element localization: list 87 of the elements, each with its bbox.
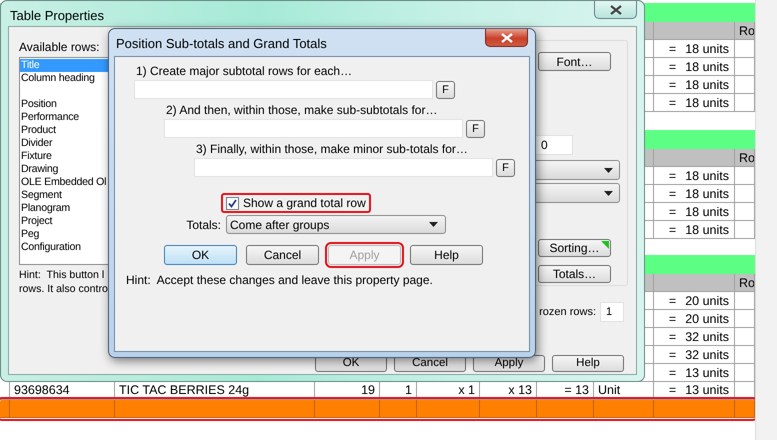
- units-value: 18 units: [685, 168, 729, 182]
- close-icon: [610, 4, 622, 14]
- units-value: 18 units: [685, 60, 729, 74]
- level-label: 3) Finally, within those, make minor sub-totals for…: [196, 142, 468, 156]
- field-picker-button[interactable]: F: [436, 80, 455, 98]
- field-picker-button[interactable]: F: [466, 120, 485, 138]
- totals-button[interactable]: Totals…: [538, 265, 611, 283]
- units-value: 20 units: [685, 294, 729, 308]
- units-value: 18 units: [685, 222, 729, 236]
- level-label: 1) Create major subtotal rows for each…: [136, 64, 352, 78]
- list-item[interactable]: Column heading: [20, 72, 95, 85]
- dialog-button[interactable]: Help: [552, 355, 624, 372]
- equals-sign: =: [668, 60, 676, 74]
- equals-sign: =: [668, 330, 676, 344]
- units-value: 20 units: [685, 312, 729, 326]
- dropdown[interactable]: [533, 160, 620, 180]
- equals-sign: =: [668, 366, 676, 380]
- close-button[interactable]: [485, 29, 528, 47]
- table-cell: 19: [361, 383, 375, 397]
- list-item[interactable]: Peg: [20, 228, 40, 241]
- list-item[interactable]: Segment: [20, 189, 62, 202]
- font-button[interactable]: Font…: [538, 52, 611, 71]
- number-field[interactable]: 0: [535, 135, 573, 155]
- hint-text: Hint: This button l: [19, 268, 104, 282]
- corner-flag-icon: [601, 241, 609, 249]
- units-value: 13 units: [685, 366, 729, 380]
- units-value: 18 units: [685, 42, 729, 56]
- input-field[interactable]: [194, 158, 493, 177]
- caret-icon: [604, 190, 613, 196]
- units-value: 32 units: [685, 348, 729, 362]
- table-cell: x 13: [508, 383, 532, 397]
- grand-total-checkbox[interactable]: Show a grand total row: [221, 193, 371, 213]
- list-item[interactable]: Divider: [20, 137, 52, 150]
- totals-dropdown[interactable]: Come after groups: [226, 215, 446, 234]
- list-item[interactable]: Performance: [20, 111, 79, 124]
- units-value: 32 units: [685, 330, 729, 344]
- hint-text: Hint: Accept these changes and leave this property page.: [126, 273, 433, 287]
- list-item[interactable]: Fixture: [20, 150, 52, 163]
- table-cell: = 13: [564, 383, 589, 397]
- equals-sign: =: [668, 42, 676, 56]
- equals-sign: =: [668, 383, 676, 397]
- close-icon: [500, 32, 512, 42]
- units-value: 18 units: [685, 204, 729, 218]
- list-item[interactable]: Planogram: [20, 202, 70, 215]
- checkbox[interactable]: [226, 196, 239, 210]
- input-field[interactable]: [164, 119, 463, 138]
- checkmark-icon: [228, 198, 237, 208]
- units-value: 18 units: [685, 96, 729, 110]
- units-value: 18 units: [685, 78, 729, 92]
- table-cell: 93698634: [14, 383, 70, 397]
- frozen-rows-field[interactable]: 1: [600, 302, 624, 322]
- window-title: Table Properties: [10, 8, 104, 23]
- input-field[interactable]: [134, 80, 433, 99]
- dropdown[interactable]: [533, 183, 620, 203]
- equals-sign: =: [668, 312, 676, 326]
- field-picker-button[interactable]: F: [496, 158, 515, 176]
- equals-sign: =: [668, 294, 676, 308]
- equals-sign: =: [668, 96, 676, 110]
- list-item[interactable]: Product: [20, 124, 56, 137]
- hint-text: rows. It also contro: [19, 282, 108, 296]
- dialog-button[interactable]: Help: [410, 245, 483, 265]
- dialog-title: Position Sub-totals and Grand Totals: [116, 36, 327, 51]
- dialog-button[interactable]: Cancel: [246, 245, 319, 265]
- table-cell: TIC TAC BERRIES 24g: [119, 383, 250, 397]
- equals-sign: =: [668, 168, 676, 182]
- frozen-rows-label: rozen rows:: [539, 306, 596, 318]
- sorting-button[interactable]: Sorting…: [538, 239, 611, 257]
- table-cell: 1: [405, 383, 412, 397]
- table-cell: x 1: [458, 383, 475, 397]
- equals-sign: =: [668, 186, 676, 200]
- close-button[interactable]: [594, 1, 637, 19]
- totals-label: Totals:: [185, 218, 221, 232]
- equals-sign: =: [668, 204, 676, 218]
- equals-sign: =: [668, 348, 676, 362]
- list-item[interactable]: Position: [20, 98, 57, 111]
- list-item[interactable]: Project: [20, 215, 52, 228]
- level-label: 2) And then, within those, make sub-subtotals for…: [166, 103, 438, 117]
- equals-sign: =: [668, 78, 676, 92]
- units-value: 18 units: [685, 186, 729, 200]
- list-item[interactable]: Configuration: [20, 241, 81, 254]
- equals-sign: =: [668, 222, 676, 236]
- dialog-button[interactable]: OK: [164, 245, 237, 265]
- caret-icon: [429, 222, 438, 227]
- table-cell: Unit: [598, 383, 620, 397]
- list-item[interactable]: Drawing: [20, 163, 58, 176]
- list-item[interactable]: OLE Embedded Ol: [20, 176, 106, 189]
- units-value: 13 units: [685, 383, 729, 397]
